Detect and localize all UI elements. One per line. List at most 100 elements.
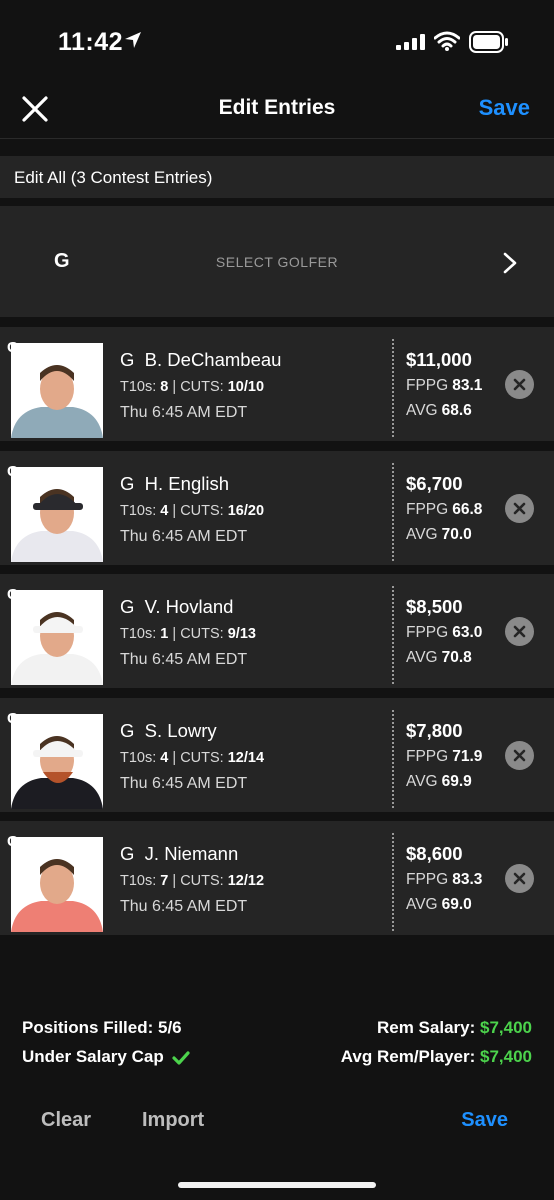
golfer-stats: T10s: 7 | CUTS: 12/12 [120, 873, 265, 889]
t10s-label: T10s: [120, 626, 157, 642]
golfer-name: B. DeChambeau [144, 349, 282, 370]
home-indicator[interactable] [178, 1182, 376, 1188]
avg-stat: AVG 69.9 [406, 773, 472, 791]
checkmark-icon [172, 1050, 191, 1065]
golfer-name-line: G V. Hovland [120, 596, 233, 618]
signal-icon [396, 34, 425, 50]
tee-time: Thu 6:45 AM EDT [120, 651, 248, 668]
golfer-salary: $8,500 [406, 596, 463, 617]
location-arrow-icon [125, 32, 141, 48]
remove-icon [513, 502, 526, 514]
golfer-salary: $7,800 [406, 719, 463, 741]
cuts-value: 12/12 [227, 873, 265, 889]
golfer-photo [11, 837, 103, 932]
cuts-value: 12/14 [227, 749, 265, 766]
battery-icon [469, 31, 508, 53]
avg-stat: AVG 70.0 [406, 526, 472, 544]
avg-stat: AVG 69.0 [406, 896, 472, 914]
fppg-stat: FPPG 83.1 [406, 377, 482, 395]
edit-all-bar[interactable]: Edit All (3 Contest Entries) [0, 156, 554, 198]
avg-stat: AVG 70.8 [406, 649, 472, 667]
fppg-value: 63.0 [452, 624, 483, 641]
avg-rem-label: Avg Rem/Player: [340, 1047, 476, 1066]
t10s-label: T10s: [120, 749, 157, 766]
bottom-save-button[interactable]: Save [461, 1109, 508, 1132]
golfer-salary: $11,000 [406, 349, 472, 370]
player-row[interactable]: G G V. Hovland T10s: 1 | CUTS: 9/13 Thu … [0, 574, 554, 688]
status-bar: 11:42 [0, 0, 554, 80]
t10s-value: 8 [160, 379, 169, 395]
row-divider [392, 709, 394, 808]
remaining-salary: Rem Salary: $7,400 [377, 1018, 532, 1038]
golfer-position: G [120, 596, 135, 617]
rem-salary-value: $7,400 [480, 1018, 532, 1037]
golfer-name: H. English [144, 472, 229, 494]
fppg-value: 83.1 [452, 377, 483, 394]
remove-golfer-button[interactable] [505, 370, 534, 399]
positions-filled: Positions Filled: 5/6 [22, 1018, 182, 1037]
row-divider [392, 586, 394, 684]
avg-rem-value: $7,400 [480, 1047, 532, 1066]
fppg-value: 71.9 [452, 747, 483, 765]
avg-stat: AVG 68.6 [406, 402, 472, 420]
t10s-label: T10s: [120, 873, 157, 889]
golfer-stats: T10s: 8 | CUTS: 10/10 [120, 379, 265, 395]
fppg-stat: FPPG 66.8 [406, 501, 482, 519]
remove-icon [513, 872, 526, 885]
golfer-position: G [120, 472, 135, 494]
remove-golfer-button[interactable] [505, 493, 534, 523]
golfer-name-line: G H. English [120, 473, 229, 495]
golfer-name: S. Lowry [144, 719, 217, 741]
rem-salary-label: Rem Salary: [376, 1018, 476, 1037]
player-row[interactable]: G G H. English T10s: 4 | CUTS: 16/20 Thu… [0, 450, 554, 565]
avg-value: 70.0 [441, 525, 472, 543]
tee-time: Thu 6:45 AM EDT [120, 404, 248, 421]
player-list: G G B. DeChambeau T10s: 8 | CUTS: 10/10 … [0, 327, 554, 945]
golfer-name-line: G B. DeChambeau [120, 349, 281, 371]
player-row[interactable]: G G S. Lowry T10s: 4 | CUTS: 12/14 Thu 6… [0, 697, 554, 812]
golfer-stats: T10s: 4 | CUTS: 12/14 [120, 749, 265, 766]
wifi-icon [434, 31, 460, 51]
avg-label: AVG [406, 649, 438, 666]
remove-golfer-button[interactable] [505, 617, 534, 646]
cuts-label: CUTS: [180, 379, 224, 395]
select-golfer-slot[interactable]: G SELECT GOLFER [0, 206, 554, 317]
golfer-photo [11, 466, 103, 562]
nav-bar: Edit Entries Save [0, 80, 554, 139]
golfer-stats: T10s: 4 | CUTS: 16/20 [120, 502, 265, 519]
fppg-label: FPPG [406, 747, 449, 765]
golfer-position: G [120, 349, 135, 370]
golfer-stats: T10s: 1 | CUTS: 9/13 [120, 626, 256, 642]
remove-icon [513, 625, 526, 638]
select-golfer-label: SELECT GOLFER [215, 254, 339, 270]
player-row[interactable]: G G J. Niemann T10s: 7 | CUTS: 12/12 Thu… [0, 821, 554, 935]
t10s-value: 7 [160, 873, 169, 889]
avg-label: AVG [406, 772, 438, 790]
remove-golfer-button[interactable] [505, 740, 534, 770]
t10s-label: T10s: [120, 502, 157, 519]
save-button[interactable]: Save [479, 95, 530, 121]
golfer-photo [11, 713, 103, 809]
t10s-value: 1 [160, 626, 169, 642]
fppg-label: FPPG [406, 871, 449, 888]
t10s-value: 4 [160, 502, 169, 519]
row-divider [392, 339, 394, 437]
fppg-stat: FPPG 71.9 [406, 748, 482, 766]
avg-value: 68.6 [441, 402, 472, 419]
player-row[interactable]: G G B. DeChambeau T10s: 8 | CUTS: 10/10 … [0, 327, 554, 441]
golfer-position: G [120, 719, 135, 741]
cuts-value: 9/13 [227, 626, 256, 642]
cuts-label: CUTS: [180, 502, 224, 519]
clear-button[interactable]: Clear [41, 1109, 91, 1132]
fppg-label: FPPG [406, 624, 449, 641]
fppg-label: FPPG [406, 377, 449, 394]
fppg-value: 83.3 [452, 871, 483, 888]
cuts-value: 16/20 [227, 502, 265, 519]
remove-golfer-button[interactable] [505, 864, 534, 893]
import-button[interactable]: Import [142, 1109, 204, 1132]
tee-time: Thu 6:45 AM EDT [120, 527, 248, 545]
fppg-stat: FPPG 83.3 [406, 871, 482, 889]
golfer-salary: $6,700 [406, 472, 463, 494]
avg-value: 69.0 [441, 896, 472, 913]
cuts-value: 10/10 [227, 379, 265, 395]
